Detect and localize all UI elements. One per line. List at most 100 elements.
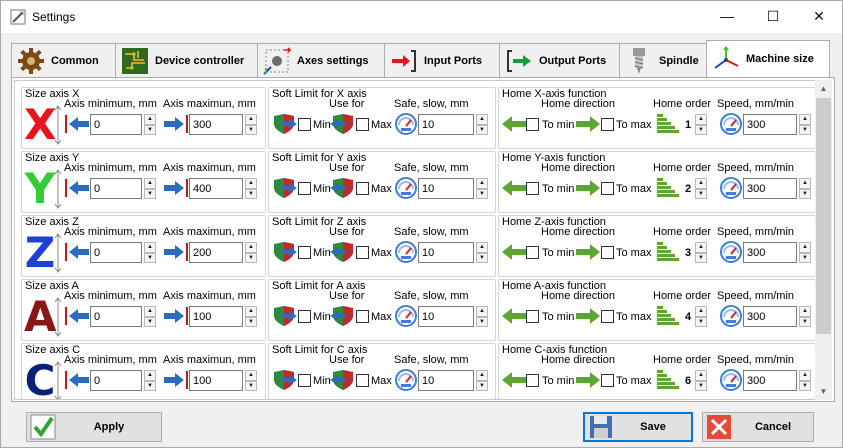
home-to-min-checkbox-x[interactable] <box>526 118 539 131</box>
scroll-thumb[interactable] <box>816 98 831 334</box>
soft-limit-min-checkbox-c[interactable] <box>298 374 311 387</box>
scroll-up-arrow[interactable]: ▲ <box>815 80 832 97</box>
spin-down-arrow[interactable]: ▼ <box>799 124 811 135</box>
axis-max-input-c-spin-buttons[interactable]: ▲ ▼ <box>245 370 257 391</box>
axis-max-input-x[interactable] <box>189 114 243 135</box>
axis-max-input-y-spin-buttons[interactable]: ▲ ▼ <box>245 178 257 199</box>
save-button[interactable]: Save <box>583 412 693 442</box>
safe-slow-input-x-value[interactable] <box>419 115 473 134</box>
axis-min-input-z-spin-buttons[interactable]: ▲ ▼ <box>144 242 156 263</box>
axis-min-input-z[interactable] <box>90 242 142 263</box>
spin-down-arrow[interactable]: ▼ <box>799 252 811 263</box>
tab-common[interactable]: Common <box>11 43 116 77</box>
home-to-min-checkbox-a[interactable] <box>526 310 539 323</box>
spin-up-arrow[interactable]: ▲ <box>799 114 811 125</box>
scroll-down-arrow[interactable]: ▼ <box>815 383 832 400</box>
safe-slow-input-y-value[interactable] <box>419 179 473 198</box>
spin-up-arrow[interactable]: ▲ <box>245 242 257 253</box>
cancel-button[interactable]: Cancel <box>702 412 814 442</box>
spin-down-arrow[interactable]: ▼ <box>476 316 488 327</box>
spin-up-arrow[interactable]: ▲ <box>476 114 488 125</box>
home-speed-input-x-value[interactable] <box>744 115 796 134</box>
axis-min-input-y-value[interactable] <box>91 179 141 198</box>
safe-slow-input-c-spin-buttons[interactable]: ▲ ▼ <box>476 370 488 391</box>
home-speed-input-y[interactable] <box>743 178 797 199</box>
soft-limit-max-checkbox-y[interactable] <box>356 182 369 195</box>
soft-limit-min-checkbox-z[interactable] <box>298 246 311 259</box>
tab-output-ports[interactable]: Output Ports <box>499 43 620 77</box>
spin-up-arrow[interactable]: ▲ <box>245 178 257 189</box>
spin-up-arrow[interactable]: ▲ <box>695 370 707 381</box>
spin-up-arrow[interactable]: ▲ <box>799 242 811 253</box>
spin-up-arrow[interactable]: ▲ <box>476 178 488 189</box>
safe-slow-input-y[interactable] <box>418 178 474 199</box>
spin-up-arrow[interactable]: ▲ <box>144 178 156 189</box>
spin-up-arrow[interactable]: ▲ <box>799 306 811 317</box>
spin-down-arrow[interactable]: ▼ <box>245 124 257 135</box>
axis-max-input-y[interactable] <box>189 178 243 199</box>
safe-slow-input-a[interactable] <box>418 306 474 327</box>
spin-down-arrow[interactable]: ▼ <box>695 380 707 391</box>
spin-down-arrow[interactable]: ▼ <box>476 252 488 263</box>
spin-up-arrow[interactable]: ▲ <box>695 114 707 125</box>
spin-up-arrow[interactable]: ▲ <box>245 306 257 317</box>
minimize-button[interactable]: — <box>704 1 750 31</box>
spin-up-arrow[interactable]: ▲ <box>144 114 156 125</box>
axis-max-input-z[interactable] <box>189 242 243 263</box>
spin-down-arrow[interactable]: ▼ <box>144 124 156 135</box>
home-to-min-checkbox-c[interactable] <box>526 374 539 387</box>
apply-button[interactable]: Apply <box>26 412 162 442</box>
spin-down-arrow[interactable]: ▼ <box>799 380 811 391</box>
home-speed-input-z[interactable] <box>743 242 797 263</box>
home-order-spin-buttons[interactable]: ▲ ▼ <box>695 242 707 263</box>
safe-slow-input-x-spin-buttons[interactable]: ▲ ▼ <box>476 114 488 135</box>
home-speed-input-c[interactable] <box>743 370 797 391</box>
tab-spindle[interactable]: Spindle <box>619 43 707 77</box>
axis-min-input-a-spin-buttons[interactable]: ▲ ▼ <box>144 306 156 327</box>
close-button[interactable]: ✕ <box>796 1 842 31</box>
safe-slow-input-c-value[interactable] <box>419 371 473 390</box>
spin-down-arrow[interactable]: ▼ <box>695 316 707 327</box>
spin-up-arrow[interactable]: ▲ <box>245 370 257 381</box>
axes-scroll-area[interactable]: Size axis X Axis minimum, mm Axis maximu… <box>14 80 832 400</box>
spin-up-arrow[interactable]: ▲ <box>476 306 488 317</box>
axis-max-input-a-value[interactable] <box>190 307 242 326</box>
spin-down-arrow[interactable]: ▼ <box>476 380 488 391</box>
soft-limit-max-checkbox-c[interactable] <box>356 374 369 387</box>
safe-slow-input-z-spin-buttons[interactable]: ▲ ▼ <box>476 242 488 263</box>
tab-input-ports[interactable]: Input Ports <box>384 43 500 77</box>
spin-up-arrow[interactable]: ▲ <box>245 114 257 125</box>
spin-up-arrow[interactable]: ▲ <box>695 242 707 253</box>
home-order-spin-buttons[interactable]: ▲ ▼ <box>695 370 707 391</box>
home-to-min-checkbox-z[interactable] <box>526 246 539 259</box>
spin-up-arrow[interactable]: ▲ <box>799 178 811 189</box>
home-to-max-checkbox-c[interactable] <box>601 374 614 387</box>
home-speed-input-x[interactable] <box>743 114 797 135</box>
tab-device-controller[interactable]: Device controller <box>115 43 258 77</box>
soft-limit-min-checkbox-x[interactable] <box>298 118 311 131</box>
home-to-max-checkbox-a[interactable] <box>601 310 614 323</box>
home-speed-input-z-value[interactable] <box>744 243 796 262</box>
spin-up-arrow[interactable]: ▲ <box>695 178 707 189</box>
safe-slow-input-x[interactable] <box>418 114 474 135</box>
axis-min-input-c-spin-buttons[interactable]: ▲ ▼ <box>144 370 156 391</box>
home-speed-input-y-value[interactable] <box>744 179 796 198</box>
home-speed-input-c-value[interactable] <box>744 371 796 390</box>
axis-min-input-a-value[interactable] <box>91 307 141 326</box>
spin-up-arrow[interactable]: ▲ <box>144 242 156 253</box>
spin-up-arrow[interactable]: ▲ <box>695 306 707 317</box>
axis-min-input-x-value[interactable] <box>91 115 141 134</box>
vertical-scrollbar[interactable]: ▲ ▼ <box>815 80 832 400</box>
axis-max-input-x-spin-buttons[interactable]: ▲ ▼ <box>245 114 257 135</box>
soft-limit-max-checkbox-z[interactable] <box>356 246 369 259</box>
spin-down-arrow[interactable]: ▼ <box>476 124 488 135</box>
axis-min-input-x-spin-buttons[interactable]: ▲ ▼ <box>144 114 156 135</box>
spin-down-arrow[interactable]: ▼ <box>695 252 707 263</box>
home-speed-input-a-spin-buttons[interactable]: ▲ ▼ <box>799 306 811 327</box>
home-to-min-checkbox-y[interactable] <box>526 182 539 195</box>
axis-max-input-a[interactable] <box>189 306 243 327</box>
spin-up-arrow[interactable]: ▲ <box>476 242 488 253</box>
spin-up-arrow[interactable]: ▲ <box>144 306 156 317</box>
home-speed-input-a-value[interactable] <box>744 307 796 326</box>
spin-down-arrow[interactable]: ▼ <box>144 316 156 327</box>
